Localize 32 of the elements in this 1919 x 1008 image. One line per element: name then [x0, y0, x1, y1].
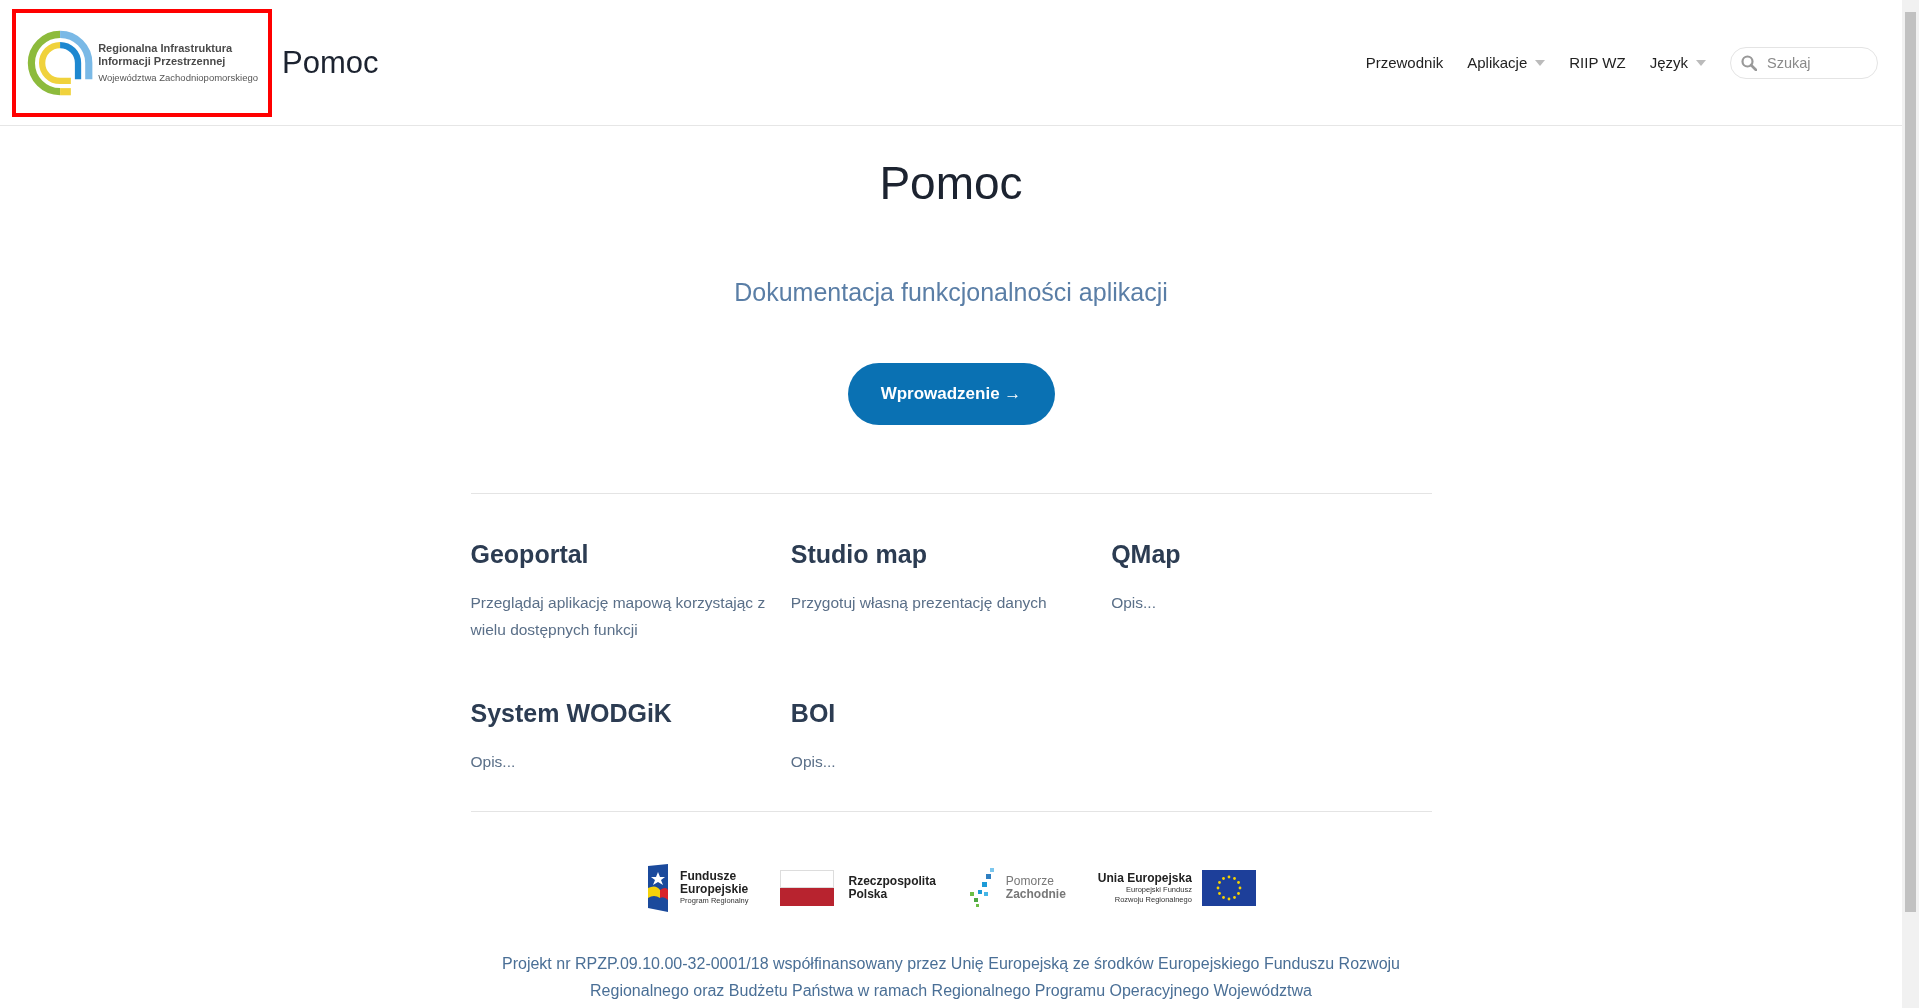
card-description: Przeglądaj aplikację mapową korzystając z wielu dostępnych funkcji	[470, 593, 767, 640]
logo[interactable]: Regionalna Infrastruktura Informacji Przestrzennej Województwa Zachodniopomorskiego	[12, 8, 272, 117]
search-input[interactable]: Szukaj	[1765, 53, 1859, 72]
card-description: Opis...	[470, 752, 517, 772]
footer-text: Projekt nr RPZP.09.10.00-32-0001/18 współfinansowany przez Unię Europejską ze środków Europejskiego Funduszu Rozwoju	[502, 954, 1400, 974]
card-title-link[interactable]: Geoportal	[470, 540, 589, 569]
page-subtitle: Dokumentacja funkcjonalności aplikacji	[734, 278, 1168, 307]
nav-link[interactable]: Aplikacje	[1467, 54, 1546, 71]
card-title-link[interactable]: BOI	[790, 699, 836, 728]
card-description: Opis...	[1111, 593, 1157, 613]
logo-text: Polska	[848, 888, 888, 901]
footer-text: Regionalnego oraz Budżetu Państwa w ramach Regionalnego Programu Operacyjnego Województwa	[590, 981, 1312, 1001]
card-title-link[interactable]: System WODGiK	[470, 699, 672, 728]
logo-text: Rzeczpospolita	[848, 875, 936, 888]
intro-button[interactable]: Wprowadzenie →	[847, 363, 1055, 425]
card-title-link[interactable]: QMap	[1111, 540, 1181, 569]
logo-text: Pomorze	[1005, 875, 1055, 888]
nav-link[interactable]: Język	[1649, 54, 1706, 71]
logo-text: Fundusze	[680, 870, 738, 883]
site-title: Pomoc	[282, 44, 379, 81]
card-description: Przygotuj własną prezentację danych	[790, 593, 1048, 613]
logo-text: Zachodnie	[1005, 888, 1066, 901]
logo-text: Informacji Przestrzennej	[98, 55, 227, 68]
card-description: Opis...	[790, 752, 837, 772]
page-title: Pomoc	[879, 156, 1023, 210]
logo-text: Regionalna Infrastruktura	[98, 42, 234, 55]
logo-text: Europejskie	[680, 883, 749, 896]
nav-link[interactable]: RIIP WZ	[1569, 54, 1626, 71]
logo-subtext: Województwa Zachodniopomorskiego	[98, 72, 258, 83]
card-title-link[interactable]: Studio map	[790, 540, 927, 569]
logo-text: Unia Europejska	[1097, 871, 1192, 885]
nav-link[interactable]: Przewodnik	[1365, 54, 1444, 71]
